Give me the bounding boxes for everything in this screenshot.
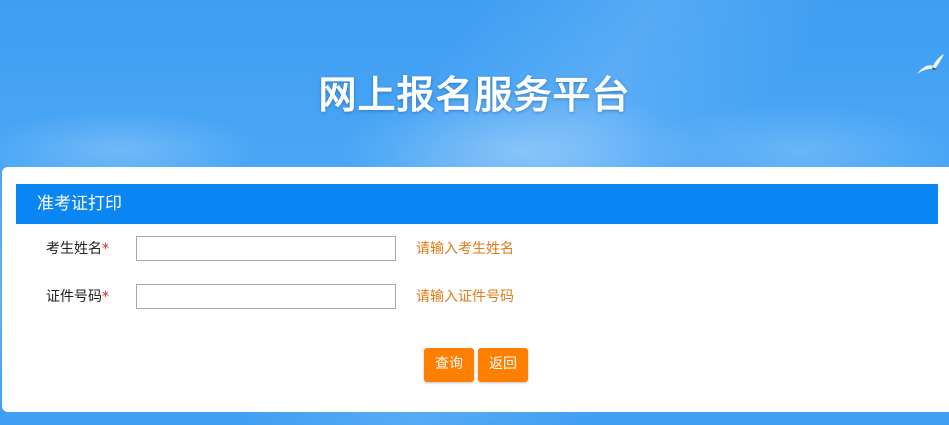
id-field-label: 证件号码* [46, 284, 109, 310]
required-mark: * [102, 289, 109, 305]
site-title: 网上报名服务平台 [318, 73, 631, 117]
id-field-row: 证件号码* 请输入证件号码 [2, 284, 949, 310]
seagull-icon [917, 54, 944, 74]
name-label-text: 考生姓名 [46, 241, 102, 257]
search-button[interactable]: 查询 [424, 348, 474, 382]
required-mark: * [102, 241, 109, 257]
back-button[interactable]: 返回 [478, 348, 528, 382]
id-number-input[interactable] [136, 284, 396, 309]
name-input[interactable] [136, 236, 396, 261]
ticket-print-panel: 准考证打印 考生姓名* 请输入考生姓名 证件号码* 请输入证件号码 查询 返回 [2, 167, 949, 412]
name-field-row: 考生姓名* 请输入考生姓名 [2, 236, 949, 262]
panel-title: 准考证打印 [16, 184, 938, 224]
id-hint: 请输入证件号码 [416, 289, 514, 305]
name-field-label: 考生姓名* [46, 236, 109, 262]
name-hint: 请输入考生姓名 [416, 241, 514, 257]
id-label-text: 证件号码 [46, 289, 102, 305]
